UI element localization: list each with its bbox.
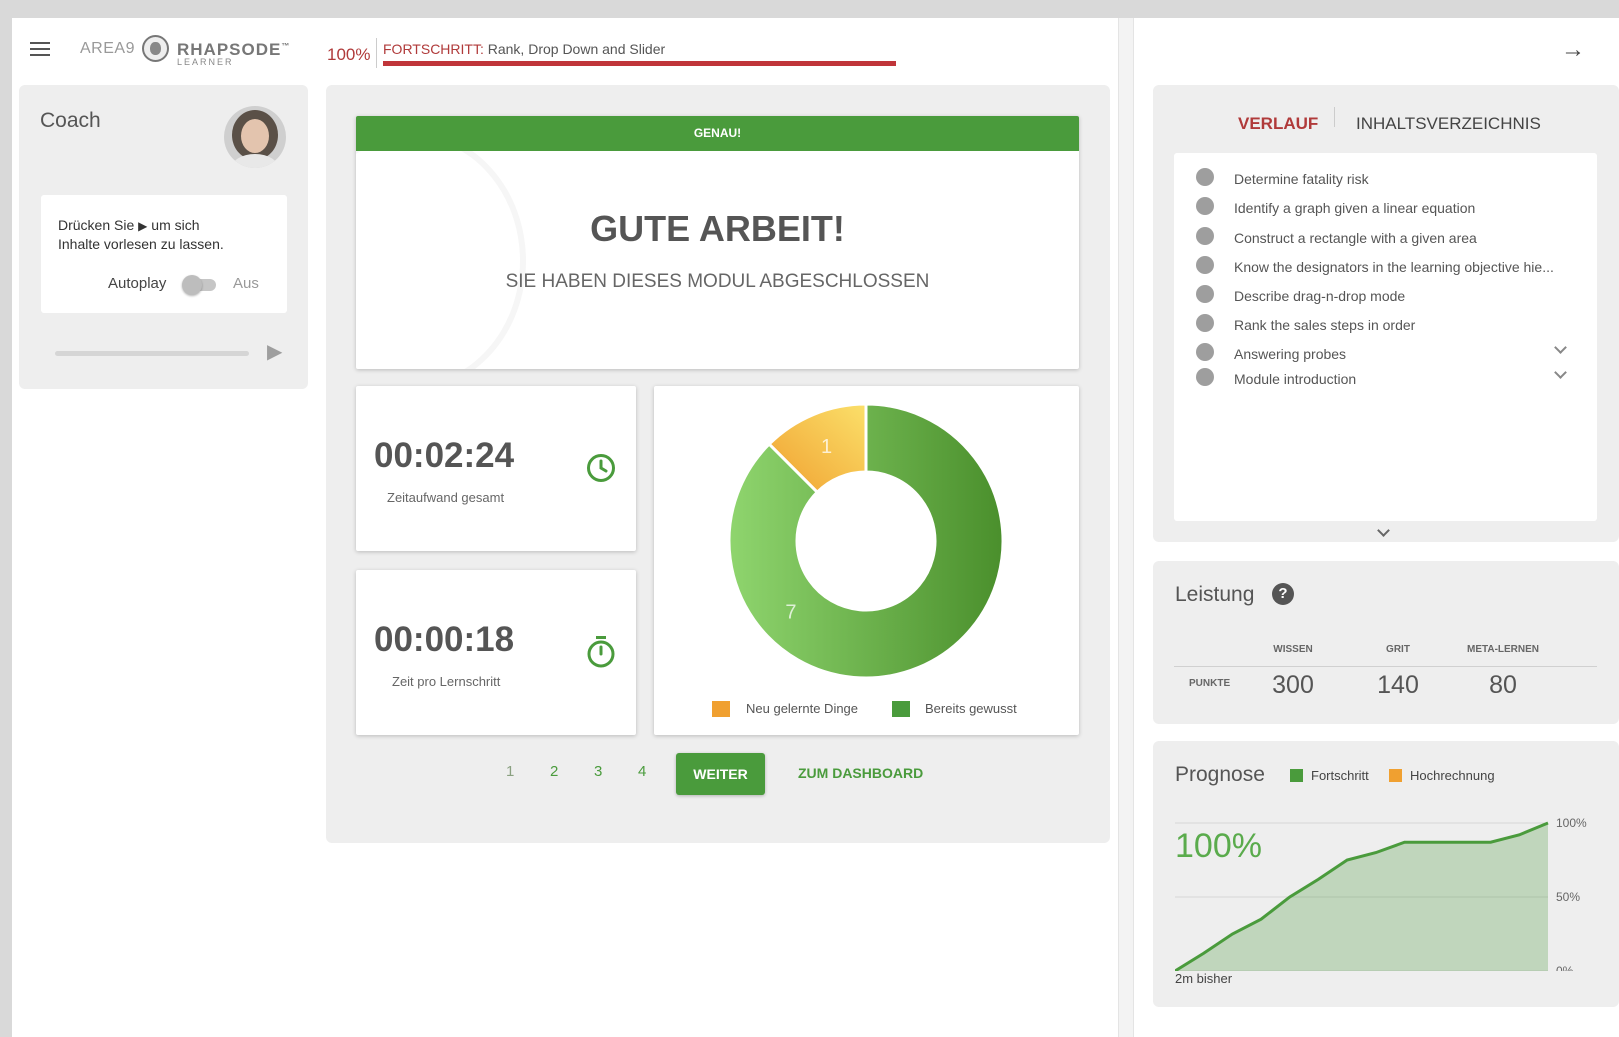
table-divider xyxy=(1174,666,1597,667)
time-step-card: 00:00:18 Zeit pro Lernschritt xyxy=(356,570,636,735)
forecast-value: 100% xyxy=(1175,827,1262,865)
performance-title: Leistung xyxy=(1175,583,1255,606)
list-item[interactable]: Describe drag-n-drop mode xyxy=(1234,288,1405,304)
time-total-card: 00:02:24 Zeitaufwand gesamt xyxy=(356,386,636,551)
list-item[interactable]: Construct a rectangle with a given area xyxy=(1234,230,1477,246)
history-panel: VERLAUF INHALTSVERZEICHNIS Determine fat… xyxy=(1153,85,1619,542)
coach-title: Coach xyxy=(40,109,101,132)
result-headline: GUTE ARBEIT! xyxy=(590,208,845,249)
help-icon[interactable]: ? xyxy=(1272,583,1294,605)
legend-swatch-new xyxy=(712,701,730,717)
legend-progress: Fortschritt xyxy=(1311,768,1369,783)
legend-swatch-forecast xyxy=(1389,769,1402,782)
col-meta: META-LERNEN xyxy=(1466,644,1540,655)
pane-divider[interactable] xyxy=(1118,18,1134,1037)
forecast-panel: Prognose Fortschritt Hochrechnung 100% 50… xyxy=(1153,741,1619,1007)
menu-icon[interactable] xyxy=(30,42,50,56)
col-grit: GRIT xyxy=(1386,644,1410,655)
dashboard-link[interactable]: ZUM DASHBOARD xyxy=(798,765,923,781)
score-grit: 140 xyxy=(1377,671,1419,699)
list-item[interactable]: Answering probes xyxy=(1234,346,1346,362)
progress-title: FORTSCHRITT: Rank, Drop Down and Slider xyxy=(383,41,666,57)
forecast-tick-label: 50% xyxy=(1556,890,1580,904)
brain-logo-icon xyxy=(142,35,169,62)
coach-panel: Coach Drücken Sie ▶ um sich Inhalte vorl… xyxy=(19,85,308,389)
legend-label-known: Bereits gewusst xyxy=(925,701,1017,716)
time-total-label: Zeitaufwand gesamt xyxy=(387,490,505,505)
brand-sub: LEARNER xyxy=(177,57,234,67)
page-2[interactable]: 2 xyxy=(550,763,558,780)
chevron-down-icon[interactable] xyxy=(1554,341,1567,354)
forecast-tick-label: 0% xyxy=(1556,964,1574,971)
expand-list-icon[interactable] xyxy=(1377,524,1390,537)
coach-instruction: Drücken Sie ▶ um sich xyxy=(58,217,200,233)
donut-slice-known xyxy=(727,402,1005,680)
donut-card: 17 Neu gelernte Dinge Bereits gewusst xyxy=(654,386,1079,735)
status-dot xyxy=(1196,368,1214,386)
clock-icon xyxy=(587,454,615,482)
autoplay-state: Aus xyxy=(233,275,259,292)
chevron-down-icon[interactable] xyxy=(1554,366,1567,379)
coach-instruction-line2: Inhalte vorlesen zu lassen. xyxy=(58,236,224,252)
history-list: Determine fatality risk Identify a graph… xyxy=(1174,153,1597,521)
result-subline: SIE HABEN DIESES MODUL ABGESCHLOSSEN xyxy=(505,271,930,292)
tab-toc[interactable]: INHALTSVERZEICHNIS xyxy=(1356,114,1541,134)
list-item[interactable]: Know the designators in the learning obj… xyxy=(1234,259,1554,275)
progress-bar-fill xyxy=(383,61,896,66)
page-4[interactable]: 4 xyxy=(638,763,646,780)
score-meta: 80 xyxy=(1489,671,1517,699)
autoplay-label: Autoplay xyxy=(108,275,167,292)
stopwatch-icon xyxy=(587,636,615,668)
status-dot xyxy=(1196,285,1214,303)
time-total: 00:02:24 xyxy=(374,436,515,475)
play-icon[interactable]: ▶ xyxy=(267,342,282,362)
legend-forecast: Hochrechnung xyxy=(1410,768,1495,783)
donut-value-label: 1 xyxy=(821,436,832,458)
list-item[interactable]: Determine fatality risk xyxy=(1234,171,1369,187)
forecast-title: Prognose xyxy=(1175,763,1265,786)
legend-label-new: Neu gelernte Dinge xyxy=(746,701,859,716)
status-dot xyxy=(1196,314,1214,332)
autoplay-toggle[interactable] xyxy=(182,274,218,295)
result-banner: GENAU! xyxy=(356,116,1079,151)
time-step-label: Zeit pro Lernschritt xyxy=(392,674,501,689)
forecast-tick-label: 100% xyxy=(1556,816,1587,830)
forecast-footer: 2m bisher xyxy=(1175,971,1233,986)
performance-panel: Leistung ? WISSEN GRIT META-LERNEN PUNKT… xyxy=(1153,561,1619,724)
arrow-right-icon[interactable]: → xyxy=(1561,38,1585,62)
tab-history[interactable]: VERLAUF xyxy=(1238,114,1318,134)
status-dot xyxy=(1196,256,1214,274)
audio-track[interactable] xyxy=(55,351,249,356)
tab-divider xyxy=(1334,107,1335,127)
status-dot xyxy=(1196,227,1214,245)
donut-value-label: 7 xyxy=(785,602,796,624)
status-dot xyxy=(1196,343,1214,361)
page-3[interactable]: 3 xyxy=(594,763,602,780)
legend-swatch-known xyxy=(892,701,910,717)
list-item[interactable]: Identify a graph given a linear equation xyxy=(1234,200,1475,216)
progress-percent: 100% xyxy=(327,45,371,64)
play-small-icon: ▶ xyxy=(138,219,148,233)
score-wissen: 300 xyxy=(1272,671,1314,699)
time-step: 00:00:18 xyxy=(374,620,515,659)
status-dot xyxy=(1196,168,1214,186)
progress-bar xyxy=(383,61,896,66)
next-button[interactable]: WEITER xyxy=(676,753,765,795)
page-1[interactable]: 1 xyxy=(506,763,514,780)
list-item[interactable]: Rank the sales steps in order xyxy=(1234,317,1415,333)
coach-avatar xyxy=(224,106,286,168)
brand-prefix: AREA9 xyxy=(80,40,135,57)
donut-chart: 17 xyxy=(727,402,1005,680)
row-label: PUNKTE xyxy=(1189,678,1231,689)
col-wissen: WISSEN xyxy=(1273,644,1313,655)
header-divider xyxy=(376,38,377,68)
status-dot xyxy=(1196,197,1214,215)
result-card: GENAU! GUTE ARBEIT! SIE HABEN DIESES MOD… xyxy=(356,116,1079,369)
coach-box: Drücken Sie ▶ um sich Inhalte vorlesen z… xyxy=(41,195,287,313)
list-item[interactable]: Module introduction xyxy=(1234,371,1356,387)
legend-swatch-progress xyxy=(1290,769,1303,782)
brain-watermark xyxy=(356,131,526,369)
